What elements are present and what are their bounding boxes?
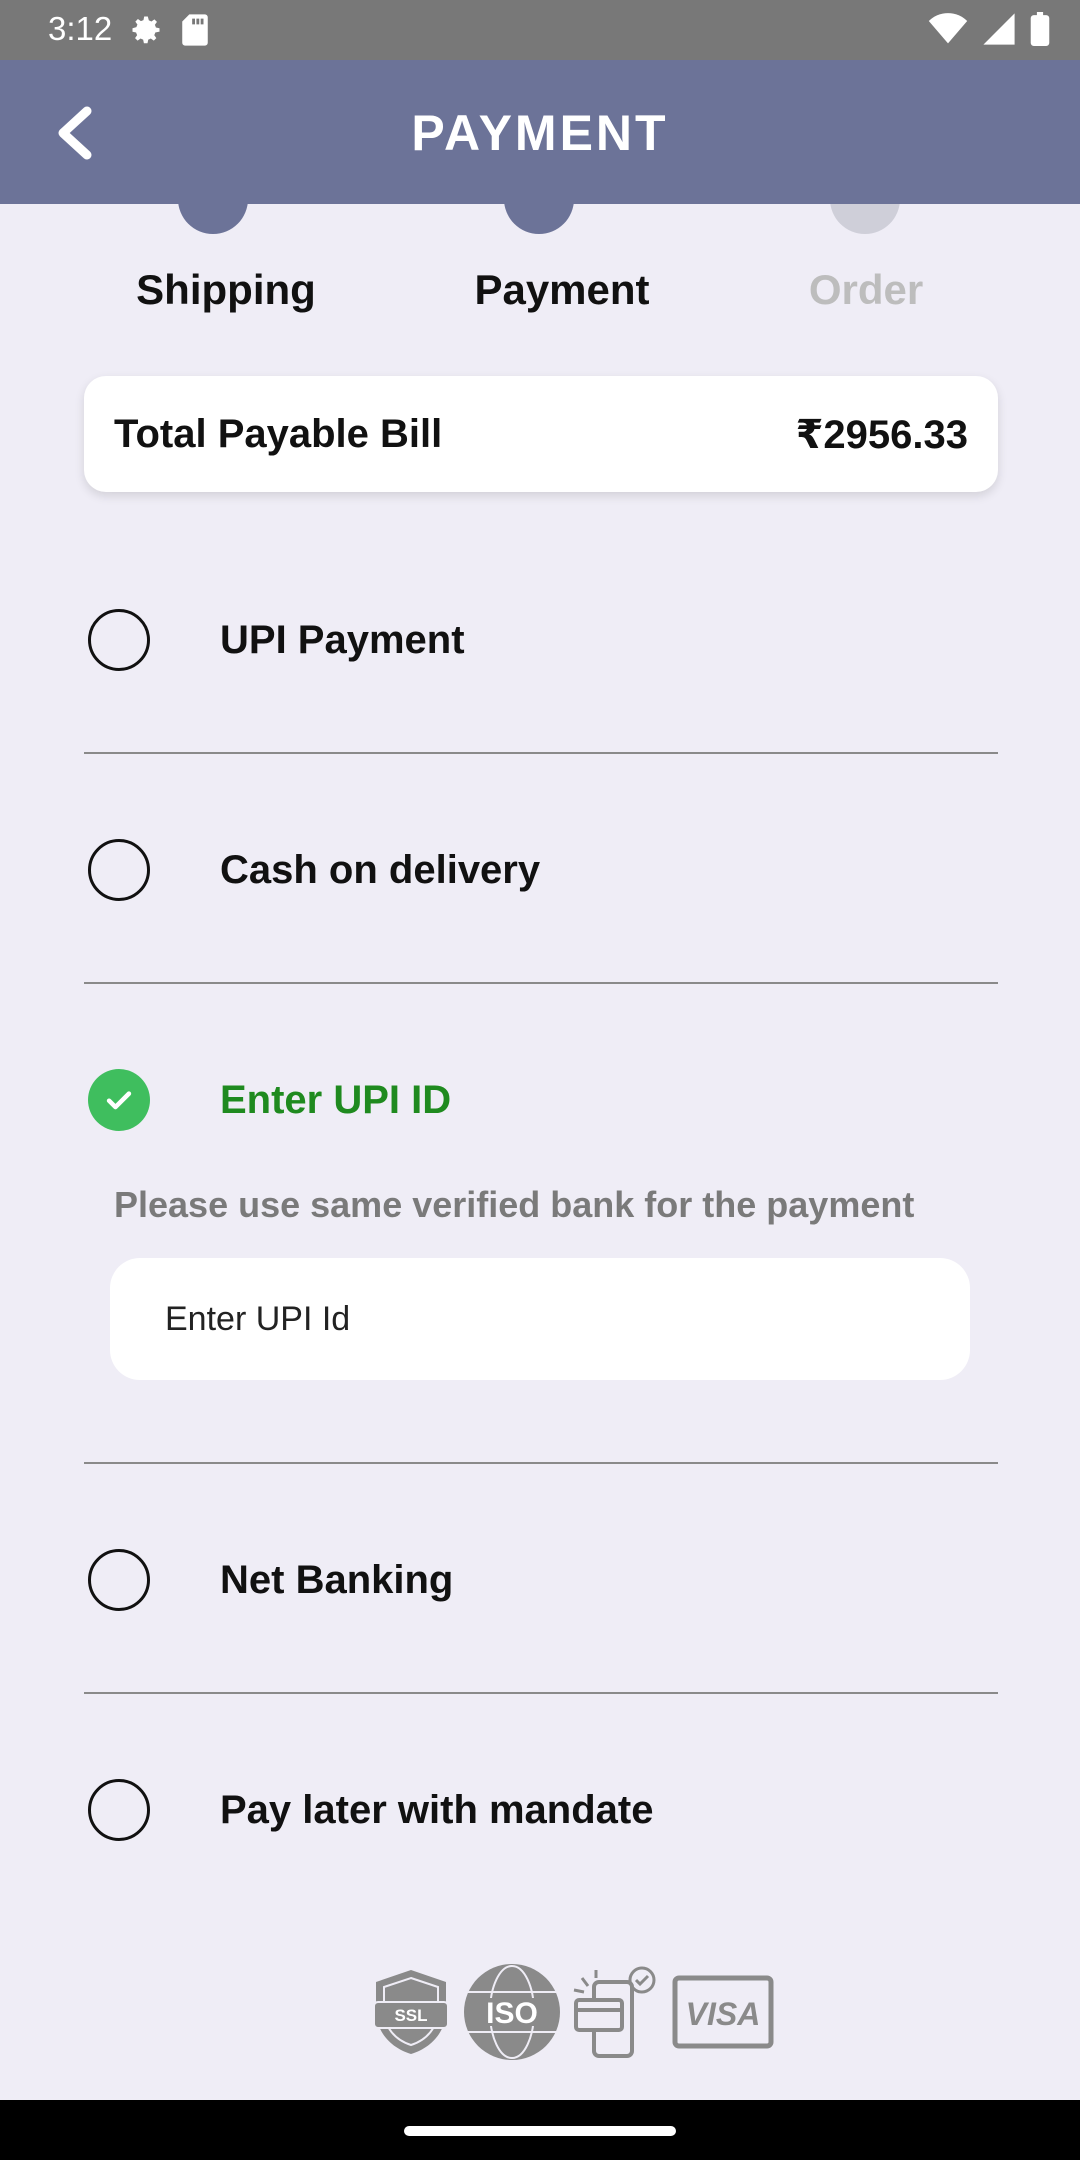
payment-option-net-banking[interactable]: Net Banking: [84, 1520, 998, 1640]
payment-option-upi-id[interactable]: Enter UPI ID: [84, 1040, 998, 1160]
total-bill-amount: ₹2956.33: [795, 413, 968, 457]
radio-button-selected[interactable]: [88, 1069, 150, 1131]
payment-option-label: Cash on delivery: [220, 848, 541, 892]
system-nav-bar: [0, 2100, 1080, 2160]
wifi-icon: [928, 13, 968, 50]
check-icon: [106, 1091, 132, 1110]
payment-option-upi[interactable]: UPI Payment: [84, 580, 998, 700]
payment-option-label: Enter UPI ID: [220, 1078, 452, 1122]
upi-hint-text: Please use same verified bank for the pa…: [114, 1184, 915, 1225]
payment-option-label: Pay later with mandate: [220, 1788, 654, 1832]
signal-icon: [982, 12, 1016, 51]
settings-icon: [128, 12, 164, 53]
payment-option-label: UPI Payment: [220, 618, 465, 662]
radio-button[interactable]: [88, 839, 150, 901]
radio-button[interactable]: [88, 1549, 150, 1611]
sd-card-icon: [180, 13, 210, 52]
battery-icon: [1030, 12, 1050, 51]
divider: [84, 1462, 998, 1464]
step-indicator-payment: [504, 204, 574, 234]
payment-option-label: Net Banking: [220, 1558, 454, 1602]
step-label-shipping: Shipping: [136, 266, 316, 313]
status-bar: 3:12: [0, 0, 1080, 60]
mobile-card-check-icon: [573, 1966, 656, 2058]
total-bill-card: Total Payable Bill ₹2956.33: [84, 376, 998, 492]
step-label-payment: Payment: [474, 266, 650, 313]
payment-option-cod[interactable]: Cash on delivery: [84, 810, 998, 930]
app-bar: PAYMENT: [0, 60, 1080, 204]
page-title: PAYMENT: [411, 105, 669, 161]
step-label-order: Order: [808, 266, 924, 313]
upi-id-input[interactable]: [110, 1258, 970, 1380]
divider: [84, 752, 998, 754]
radio-button[interactable]: [88, 1779, 150, 1841]
iso-badge-icon: ISO: [464, 1964, 560, 2060]
ssl-badge-icon: SSL: [373, 1970, 449, 2054]
total-bill-label: Total Payable Bill: [114, 412, 443, 456]
step-indicator-shipping: [178, 204, 248, 234]
iso-badge-text: ISO: [486, 1997, 538, 2030]
divider: [84, 1692, 998, 1694]
step-indicator-order: [830, 204, 900, 234]
home-gesture-handle[interactable]: [404, 2126, 676, 2136]
visa-badge-text: VISA: [686, 1996, 761, 2032]
ssl-badge-text: SSL: [394, 2006, 427, 2025]
radio-button[interactable]: [88, 609, 150, 671]
divider: [84, 982, 998, 984]
visa-badge-icon: VISA: [672, 1975, 774, 2049]
trust-badges: SSL ISO VISA: [370, 1962, 774, 2062]
status-time: 3:12: [48, 10, 113, 47]
payment-option-pay-later[interactable]: Pay later with mandate: [84, 1750, 998, 1870]
